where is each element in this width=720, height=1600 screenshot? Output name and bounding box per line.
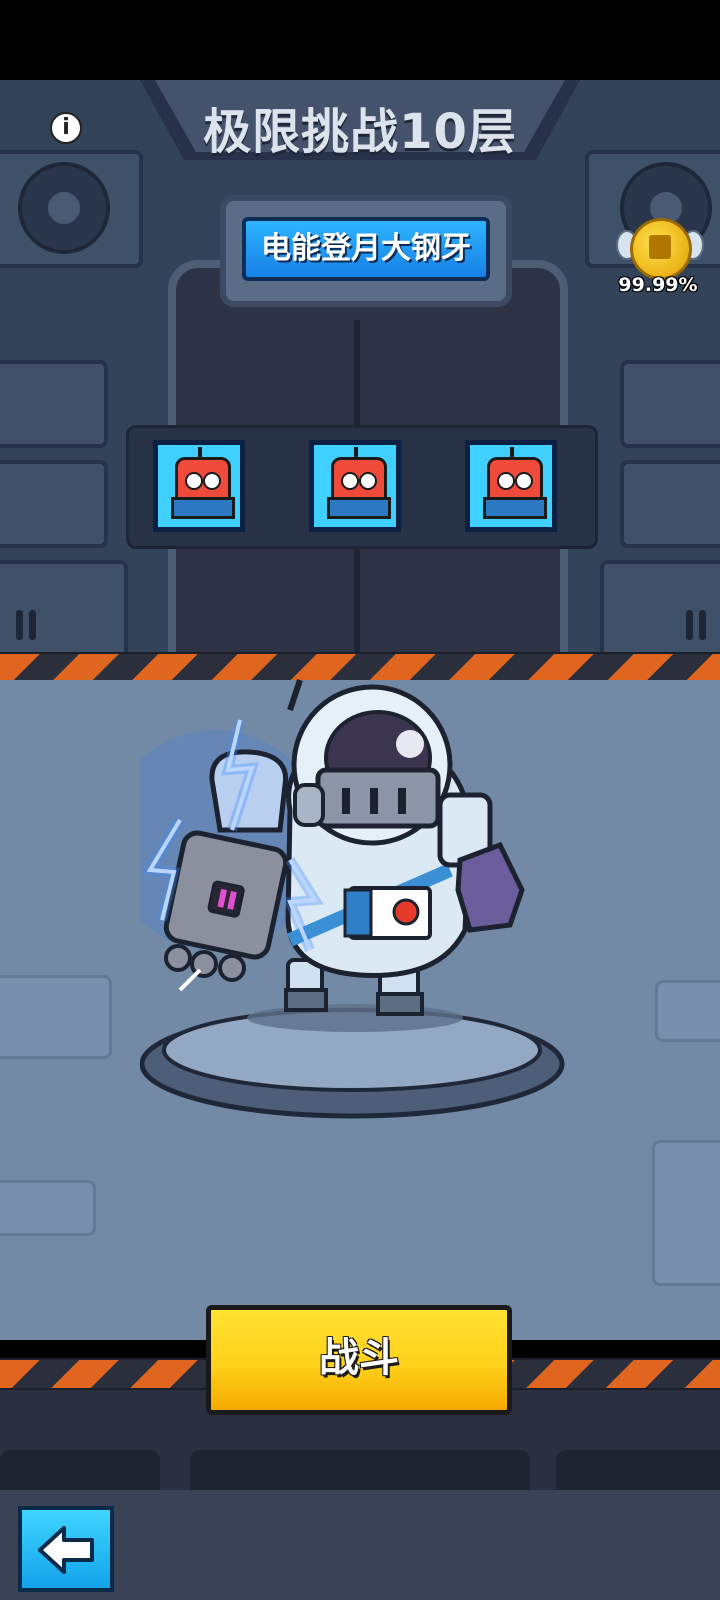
visor-glint <box>396 730 424 758</box>
floor-tile <box>0 1180 96 1236</box>
eye <box>497 472 515 490</box>
jaw-slot <box>398 788 406 814</box>
wall-panel <box>620 460 720 548</box>
floor-tile <box>0 975 112 1059</box>
roller <box>164 944 192 972</box>
jaw-hinge <box>293 783 325 827</box>
patch-band <box>343 888 373 938</box>
winged-coin-icon <box>630 218 692 280</box>
wall-slot-icon <box>14 610 38 640</box>
wall-panel <box>620 360 720 448</box>
robot-body <box>171 497 235 519</box>
robot-body <box>327 497 391 519</box>
shadow <box>247 1004 463 1032</box>
eye <box>359 472 377 490</box>
robot-body <box>483 497 547 519</box>
boss-name-plate: 电能登月大钢牙 <box>220 195 512 307</box>
ranking-percent: 99.99% <box>618 274 698 296</box>
flag-circle <box>392 898 420 926</box>
boot <box>284 988 328 1012</box>
enemy-card[interactable] <box>309 440 401 532</box>
gauntlet-light <box>207 880 245 918</box>
jaw-slot <box>342 788 350 814</box>
enemy-card[interactable] <box>153 440 245 532</box>
boss-name: 电能登月大钢牙 <box>242 217 490 281</box>
jaw-slot <box>370 788 378 814</box>
ranking-badge[interactable]: 99.99% <box>616 212 704 296</box>
boot <box>376 992 424 1016</box>
enemy-card[interactable] <box>465 440 557 532</box>
fight-button[interactable]: 战斗 <box>206 1305 512 1415</box>
eye <box>341 472 359 490</box>
wall-panel <box>0 360 108 448</box>
floor-tile <box>652 1140 720 1286</box>
boss-character <box>140 679 565 1119</box>
game-screen: 极限挑战10层 i 电能登月大钢牙 99.99% 战斗 <box>0 80 720 1600</box>
level-title: 极限挑战10层 <box>203 104 517 160</box>
enemy-list <box>126 425 598 549</box>
wall-panel <box>0 460 108 548</box>
roller <box>218 954 246 982</box>
floor-tile <box>655 980 720 1042</box>
purple-fist <box>455 841 525 933</box>
metal-wall <box>0 80 720 746</box>
eye <box>515 472 533 490</box>
info-icon[interactable]: i <box>50 112 82 144</box>
wall-slot-icon <box>684 610 708 640</box>
back-arrow-icon <box>38 1526 94 1574</box>
antenna <box>287 679 303 711</box>
eye <box>185 472 203 490</box>
eye <box>203 472 221 490</box>
vent-fan-icon <box>18 162 110 254</box>
back-button[interactable] <box>18 1506 114 1592</box>
